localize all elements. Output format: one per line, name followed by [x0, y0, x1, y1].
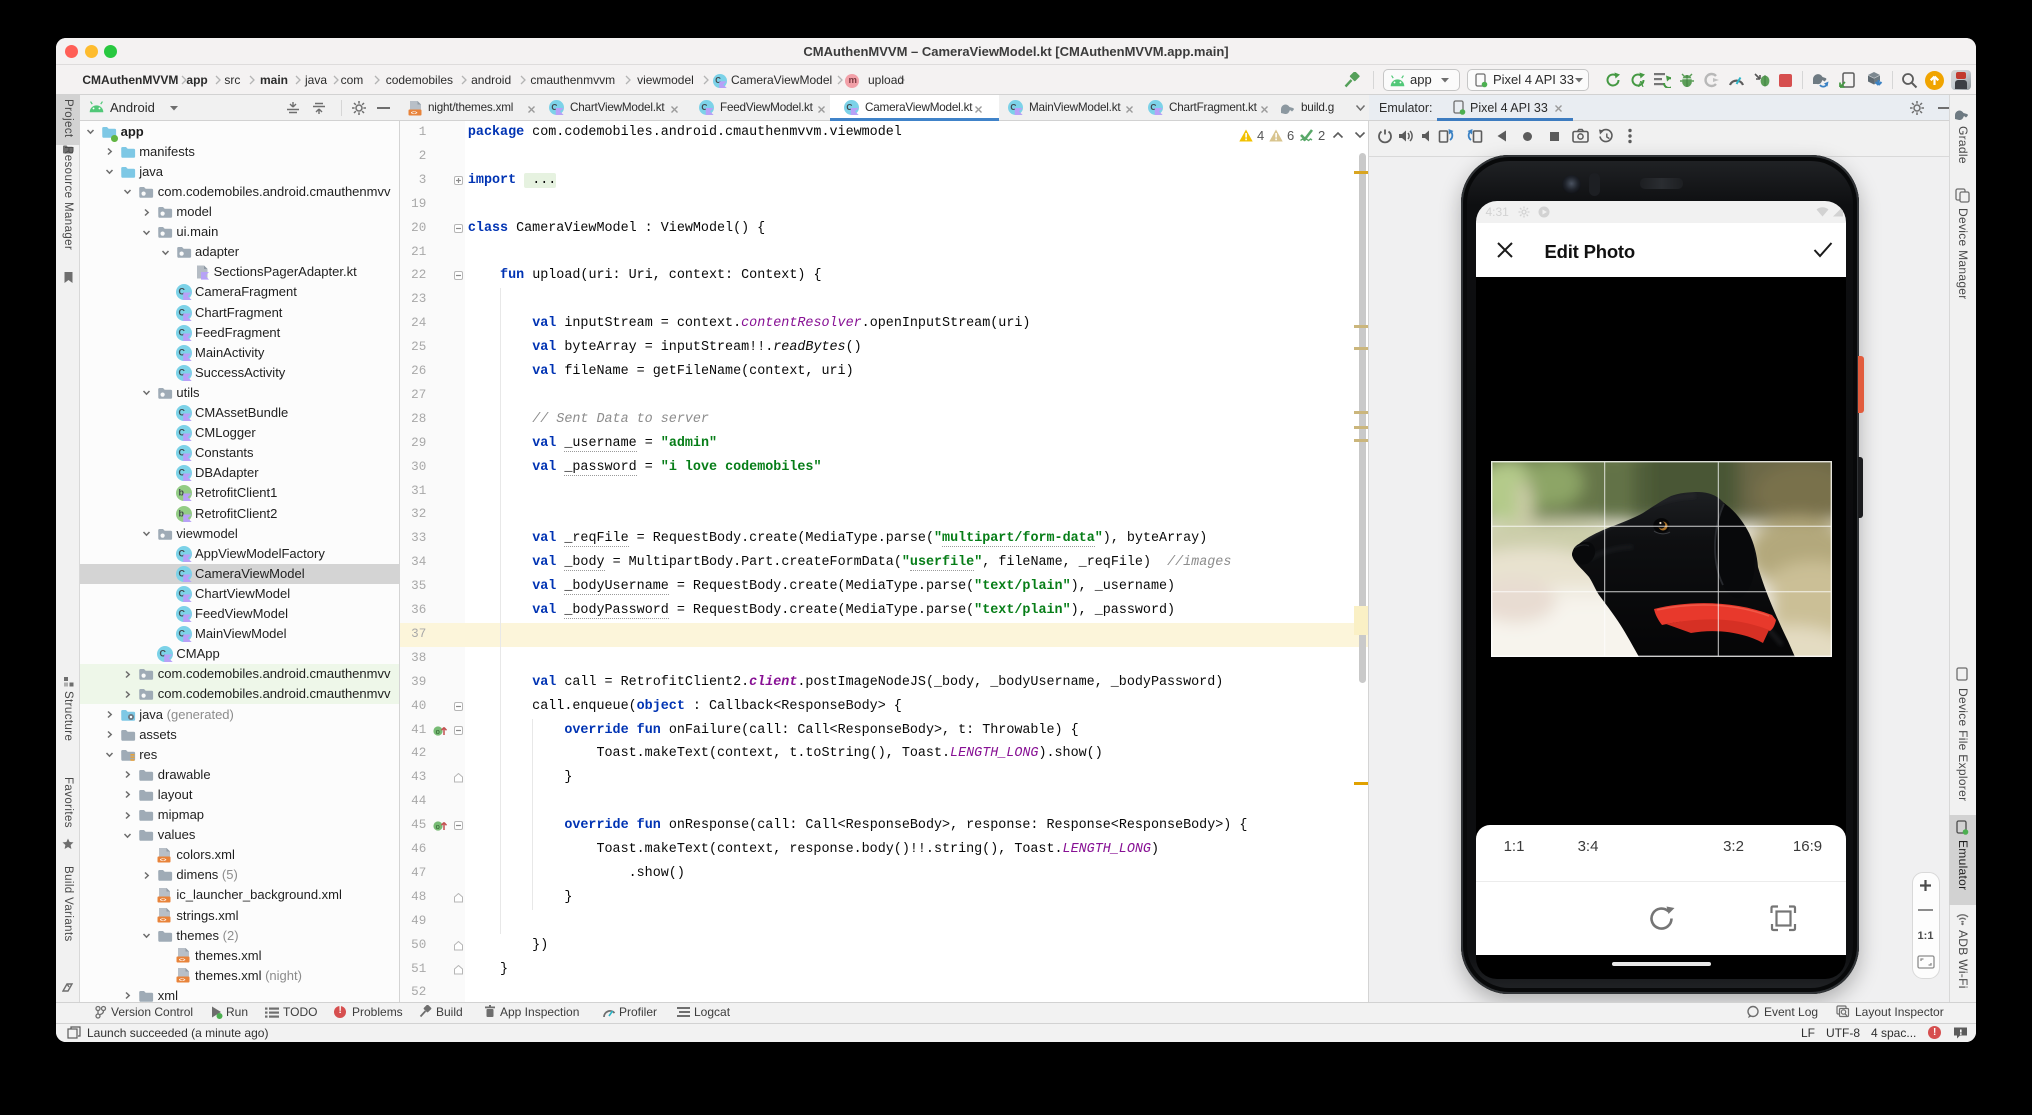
svg-text:o: o — [436, 726, 440, 735]
svg-text:o: o — [436, 822, 440, 831]
svg-text:<>: <> — [411, 110, 418, 116]
svg-text:A: A — [1638, 80, 1644, 89]
